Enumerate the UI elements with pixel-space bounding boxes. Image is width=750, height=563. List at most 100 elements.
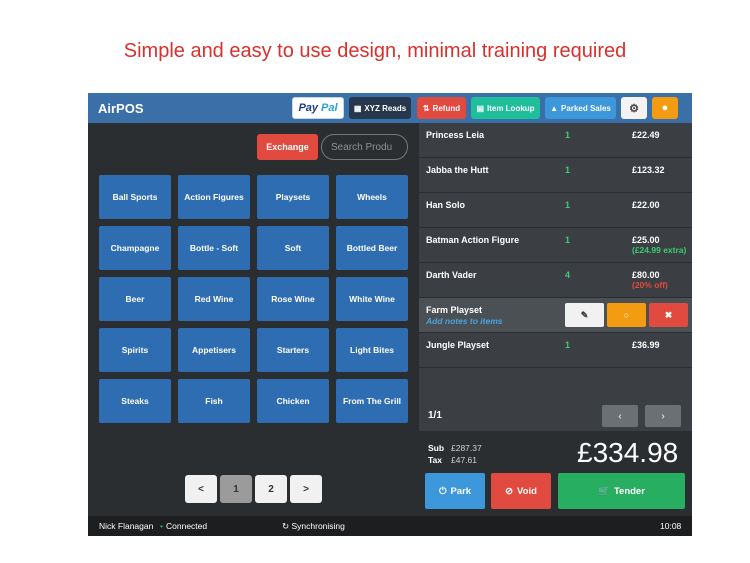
category-button[interactable]: Wheels [336, 175, 408, 219]
status-time: 10:08 [660, 521, 682, 531]
void-label: Void [517, 485, 537, 497]
delete-item-button[interactable]: ✖ [649, 303, 688, 327]
status-bar: Nick Flanagan • Connected ↻ Synchronisin… [88, 516, 692, 536]
cart-prev-button[interactable]: ‹ [602, 405, 638, 427]
category-button[interactable]: Light Bites [336, 328, 408, 372]
cart-icon: 🛒 [598, 485, 610, 497]
cart-item-qty: 1 [565, 130, 571, 140]
xyz-reads-button[interactable]: ▦ XYZ Reads [349, 97, 411, 119]
user-button[interactable]: ● [652, 97, 678, 119]
category-button[interactable]: Starters [257, 328, 329, 372]
item-lookup-label: Item Lookup [487, 103, 535, 113]
cart-item-price: £123.32 [632, 165, 665, 175]
category-button[interactable]: Bottled Beer [336, 226, 408, 270]
exchange-button[interactable]: Exchange [257, 134, 318, 160]
product-panel: Exchange Ball Sports Action Figures Play… [88, 123, 419, 516]
category-button[interactable]: Bottle - Soft [178, 226, 250, 270]
cart-item-discount: (20% off) [632, 280, 668, 290]
add-notes-link[interactable]: Add notes to items [426, 316, 503, 326]
category-button[interactable]: Spirits [99, 328, 171, 372]
tender-button[interactable]: 🛒 Tender [558, 473, 685, 509]
cart-item[interactable]: Jabba the Hutt 1 £123.32 [419, 158, 692, 193]
page-2-button[interactable]: 2 [255, 475, 287, 503]
category-button[interactable]: Action Figures [178, 175, 250, 219]
page-1-button[interactable]: 1 [220, 475, 252, 503]
tender-label: Tender [613, 485, 645, 497]
refund-icon: ⇅ [422, 103, 430, 113]
park-button[interactable]: ⏻ Park [425, 473, 485, 509]
refund-label: Refund [432, 103, 461, 113]
cart-item-price: £22.00 [632, 200, 660, 210]
cart-item-qty: 1 [565, 165, 571, 175]
top-bar: AirPOS Pay Pal ▦ XYZ Reads ⇅ Refund ▤ Item L… [88, 93, 692, 123]
cart-item[interactable]: Jungle Playset 1 £36.99 [419, 333, 692, 368]
cart-item[interactable]: Darth Vader 4 £80.00 (20% off) [419, 263, 692, 298]
category-grid: Ball Sports Action Figures Playsets Whee… [99, 175, 408, 423]
page-prev-button[interactable]: < [185, 475, 217, 503]
cart-item-name: Farm Playset [426, 305, 483, 315]
category-button[interactable]: Chicken [257, 379, 329, 423]
xyz-reads-label: XYZ Reads [364, 103, 407, 113]
category-button[interactable]: Red Wine [178, 277, 250, 321]
category-button[interactable]: From The Grill [336, 379, 408, 423]
gear-icon: ⚙ [629, 102, 639, 115]
connection-dot-icon: • [160, 521, 163, 531]
settings-button[interactable]: ⚙ [621, 97, 647, 119]
search-input[interactable] [321, 134, 408, 160]
tax-label: Tax [428, 455, 443, 465]
circle-icon: ○ [623, 310, 630, 320]
parked-sales-label: Parked Sales [561, 103, 611, 113]
category-button[interactable]: Beer [99, 277, 171, 321]
list-icon: ▤ [476, 103, 484, 113]
sync-icon: ↻ [282, 521, 290, 531]
category-button[interactable]: Fish [178, 379, 250, 423]
category-button[interactable]: Rose Wine [257, 277, 329, 321]
cart-item-name: Han Solo [426, 200, 466, 210]
subtotal-label: Sub [428, 443, 445, 453]
page-next-button[interactable]: > [290, 475, 322, 503]
cart-item-qty: 1 [565, 340, 571, 350]
item-lookup-button[interactable]: ▤ Item Lookup [471, 97, 540, 119]
cart-item[interactable]: Princess Leia 1 £22.49 [419, 123, 692, 158]
cart-item-qty: 1 [565, 200, 571, 210]
status-connection: Connected [166, 521, 208, 531]
grand-total: £334.98 [577, 437, 679, 468]
category-button[interactable]: Steaks [99, 379, 171, 423]
pencil-icon: ✎ [580, 309, 589, 320]
category-button[interactable]: Champagne [99, 226, 171, 270]
category-button[interactable]: Soft [257, 226, 329, 270]
cart-item-name: Princess Leia [426, 130, 485, 140]
cart-item-modifier: (£24.99 extra) [632, 245, 687, 255]
cart-item-price: £25.00 [632, 235, 660, 245]
app-title: AirPOS [98, 101, 144, 116]
item-options-button[interactable]: ○ [607, 303, 646, 327]
subtotal-value: £287.37 [451, 443, 482, 453]
cart-next-button[interactable]: › [645, 405, 681, 427]
parked-sales-button[interactable]: ▲ Parked Sales [545, 97, 616, 119]
void-button[interactable]: ⊘ Void [491, 473, 551, 509]
void-icon: ⊘ [505, 485, 514, 497]
cart-item-qty: 1 [565, 235, 571, 245]
category-button[interactable]: Ball Sports [99, 175, 171, 219]
headline: Simple and easy to use design, minimal t… [123, 40, 627, 62]
edit-item-button[interactable]: ✎ [565, 303, 604, 327]
paypal-button[interactable]: Pay Pal [292, 97, 344, 119]
paypal-label-b: Pal [321, 102, 338, 114]
pos-app: AirPOS Pay Pal ▦ XYZ Reads ⇅ Refund ▤ Item L… [88, 93, 692, 536]
category-button[interactable]: Appetisers [178, 328, 250, 372]
cart-item-price: £80.00 [632, 270, 660, 280]
cart-item[interactable]: Batman Action Figure 1 £25.00 (£24.99 ex… [419, 228, 692, 263]
status-user: Nick Flanagan [99, 521, 154, 531]
category-button[interactable]: White Wine [336, 277, 408, 321]
close-icon: ✖ [664, 309, 673, 320]
cart-item[interactable]: Han Solo 1 £22.00 [419, 193, 692, 228]
report-icon: ▦ [353, 103, 362, 113]
paypal-label-a: Pay [298, 102, 319, 114]
category-button[interactable]: Playsets [257, 175, 329, 219]
user-icon: ● [661, 102, 669, 114]
cart-item-selected[interactable]: Farm Playset Add notes to items ✎ ○ ✖ [419, 298, 692, 333]
cart-item-name: Batman Action Figure [426, 235, 520, 245]
road-icon: ▲ [550, 103, 559, 113]
refund-button[interactable]: ⇅ Refund [417, 97, 466, 119]
cart-item-qty: 4 [565, 270, 571, 280]
